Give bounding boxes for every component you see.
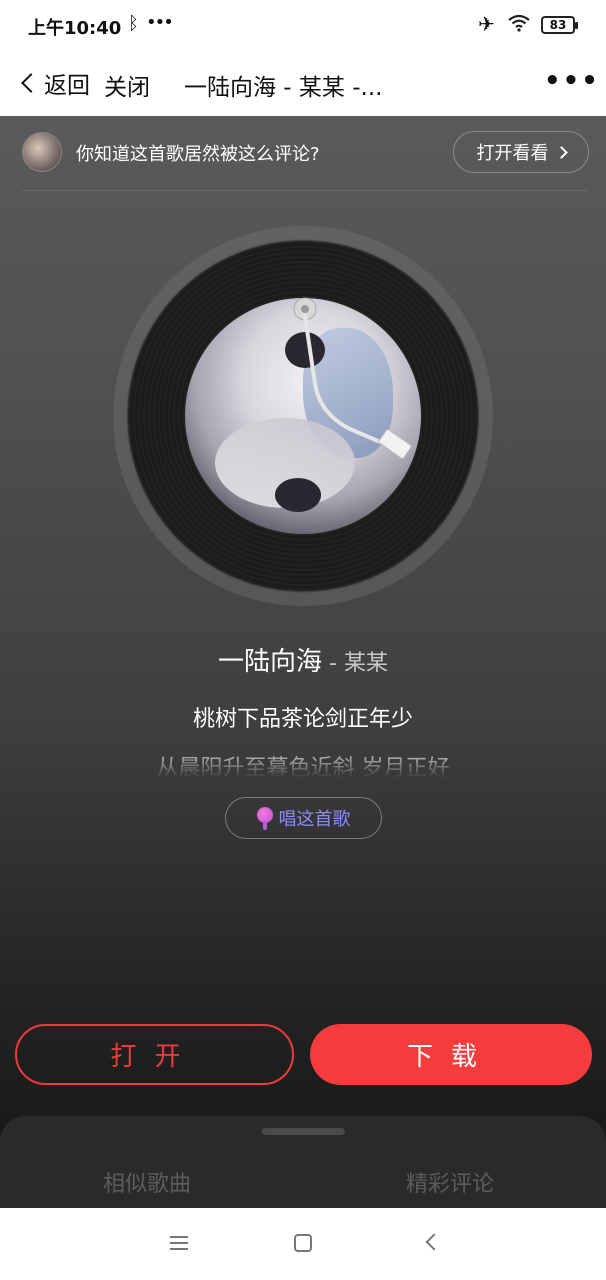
song-artist: 某某	[343, 651, 388, 676]
top-nav-bar: 返回 关闭 一陆向海 - 某某 -... •••	[0, 52, 606, 116]
battery-icon: 83	[541, 16, 578, 34]
airplane-icon: ✈	[478, 12, 495, 36]
notification-dots-icon: •••	[146, 12, 174, 33]
lyric-next: 从晨阳升至暮色近斜 岁月正好	[156, 756, 450, 778]
song-separator: -	[322, 651, 344, 676]
tab-comments[interactable]: 精彩评论	[406, 1166, 494, 1198]
status-time: 上午10:40	[28, 18, 122, 39]
system-nav-bar	[0, 1208, 606, 1280]
avatar	[22, 132, 62, 172]
open-view-label: 打开看看	[476, 143, 549, 164]
microphone-icon	[256, 807, 273, 830]
more-options-button[interactable]: •••	[544, 66, 600, 96]
home-icon[interactable]	[294, 1234, 312, 1252]
lyric-current: 桃树下品茶论剑正年少	[192, 707, 413, 732]
page-title: 一陆向海 - 某某 -...	[184, 75, 383, 101]
bottom-sheet[interactable]: 相似歌曲 精彩评论	[0, 1116, 606, 1208]
bluetooth-icon: ᛒ	[128, 13, 139, 34]
close-button[interactable]: 关闭	[104, 68, 150, 102]
tab-similar-songs[interactable]: 相似歌曲	[103, 1166, 191, 1198]
chevron-left-icon	[21, 73, 41, 93]
open-view-button[interactable]: 打开看看	[453, 131, 589, 173]
open-app-button[interactable]: 打开	[15, 1024, 294, 1085]
back-label: 返回	[44, 73, 90, 99]
drag-handle[interactable]	[262, 1128, 345, 1135]
comment-promo-banner: 你知道这首歌居然被这么评论? 打开看看	[0, 116, 606, 191]
player-main: 你知道这首歌居然被这么评论? 打开看看 一陆向海 - 某某 桃树下品茶论剑正年少…	[0, 116, 606, 1208]
battery-level: 83	[549, 18, 567, 32]
back-button[interactable]: 返回	[16, 66, 90, 100]
status-bar: 上午10:40 ᛒ ••• ✈ 83	[0, 0, 606, 52]
sing-this-song-button[interactable]: 唱这首歌	[225, 797, 382, 839]
divider	[22, 190, 588, 191]
back-icon[interactable]	[425, 1233, 443, 1251]
tonearm-icon	[293, 297, 412, 459]
sing-button-label: 唱这首歌	[278, 809, 351, 830]
song-title: 一陆向海	[218, 647, 323, 677]
wifi-icon	[508, 14, 530, 32]
promo-text: 你知道这首歌居然被这么评论?	[76, 144, 320, 165]
menu-icon[interactable]	[170, 1236, 188, 1250]
download-button[interactable]: 下载	[310, 1024, 592, 1085]
chevron-right-icon	[554, 145, 568, 159]
song-heading: 一陆向海 - 某某	[0, 641, 606, 678]
cover-hair-2	[275, 478, 321, 512]
